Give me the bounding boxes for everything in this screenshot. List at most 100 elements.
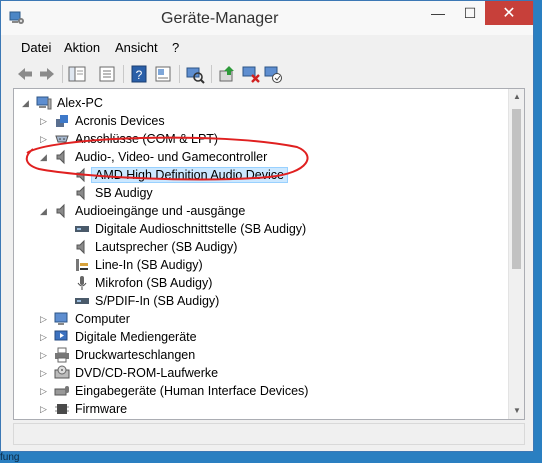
tree-item-label: Lautsprecher (SB Audigy)	[95, 240, 238, 254]
disc-drive-icon	[54, 365, 70, 379]
tree-item-label: Anschlüsse (COM & LPT)	[75, 132, 219, 146]
collapse-arrow-icon[interactable]: ◢	[40, 151, 50, 163]
tree-item-label: Mikrofon (SB Audigy)	[95, 276, 213, 290]
scan-hardware-icon[interactable]	[185, 64, 205, 84]
speaker-device-icon	[76, 185, 85, 201]
device-manager-app-icon	[9, 11, 24, 24]
menu-help[interactable]: ?	[172, 40, 179, 55]
acronis-icon	[56, 115, 68, 127]
tree-item-label: S/PDIF-In (SB Audigy)	[95, 294, 220, 308]
forward-icon[interactable]	[37, 64, 57, 84]
tree-item[interactable]: ▷ DVD/CD-ROM-Laufwerke	[14, 364, 508, 382]
toolbar: ?	[1, 59, 533, 87]
tree-item-label: Digitale Audioschnittstelle (SB Audigy)	[95, 222, 307, 236]
expand-arrow-icon[interactable]: ▷	[40, 115, 50, 127]
tree-item[interactable]: ▷ Eingabegeräte (Human Interface Devices…	[14, 382, 508, 400]
expand-arrow-icon[interactable]: ▷	[40, 349, 50, 361]
tree-item[interactable]: ▷ Druckwarteschlangen	[14, 346, 508, 364]
device-tree[interactable]: ◢ Alex-PC ▷ Acronis Devices ▷ Anschlüsse…	[13, 88, 525, 420]
close-button[interactable]: ✕	[485, 1, 533, 25]
expand-arrow-icon[interactable]: ▷	[40, 367, 50, 379]
toolbar-separator	[211, 65, 212, 83]
device-manager-window: Geräte-Manager — ☐ ✕ Datei Aktion Ansich…	[0, 0, 534, 452]
collapse-arrow-icon[interactable]: ◢	[22, 97, 32, 109]
tree-item-label: AMD High Definition Audio Device	[91, 167, 288, 183]
tree-item[interactable]: Line-In (SB Audigy)	[14, 256, 508, 274]
tree-item-label: Acronis Devices	[75, 114, 165, 128]
tree-item[interactable]: Mikrofon (SB Audigy)	[14, 274, 508, 292]
update-driver-icon[interactable]	[153, 64, 173, 84]
toolbar-separator	[123, 65, 124, 83]
computer-icon	[36, 96, 52, 110]
printer-icon	[55, 347, 69, 363]
speaker-icon	[56, 149, 65, 165]
tree-item[interactable]: S/PDIF-In (SB Audigy)	[14, 292, 508, 310]
expand-arrow-icon[interactable]: ▷	[40, 331, 50, 343]
show-hide-tree-icon[interactable]	[67, 64, 87, 84]
computer-icon	[54, 312, 68, 325]
status-bar	[13, 423, 525, 445]
tree-item-label: Audioeingänge und -ausgänge	[75, 204, 246, 218]
tree-item[interactable]: Lautsprecher (SB Audigy)	[14, 238, 508, 256]
scroll-down-icon[interactable]: ▼	[509, 403, 524, 419]
tree-item-label: Audio-, Video- und Gamecontroller	[75, 150, 268, 164]
tree-item[interactable]: ▷ Firmware	[14, 400, 508, 418]
digital-audio-icon	[75, 226, 89, 232]
toolbar-separator	[179, 65, 180, 83]
tree-item-label: Line-In (SB Audigy)	[95, 258, 203, 272]
svg-text:?: ?	[136, 68, 143, 82]
tree-item-label: Firmware	[75, 402, 128, 416]
media-device-icon	[54, 330, 68, 341]
help-icon[interactable]: ?	[129, 64, 149, 84]
menu-ansicht[interactable]: Ansicht	[115, 40, 158, 55]
tree-item-label: Computer	[75, 312, 130, 326]
line-in-icon	[76, 259, 88, 271]
tree-item[interactable]: ◢ Audio-, Video- und Gamecontroller	[14, 148, 508, 166]
tree-item[interactable]: ▷ Computer	[14, 310, 508, 328]
tree-item[interactable]: SB Audigy	[14, 184, 508, 202]
uninstall-device-icon[interactable]	[263, 64, 283, 84]
desktop-background-text: fung	[0, 452, 20, 463]
speaker-device-icon	[76, 239, 85, 255]
tree-item-label-wrap: AMD High Definition Audio Device	[91, 167, 288, 183]
expand-arrow-icon[interactable]: ▷	[40, 313, 50, 325]
tree-item-label: Druckwarteschlangen	[75, 348, 196, 362]
speaker-icon	[56, 203, 65, 219]
tree-root[interactable]: ◢ Alex-PC	[14, 94, 508, 112]
speaker-device-icon	[76, 167, 85, 183]
hid-icon	[54, 386, 69, 396]
maximize-button[interactable]: ☐	[453, 1, 487, 25]
microphone-icon	[77, 276, 87, 290]
tree-item[interactable]: ▷ Acronis Devices	[14, 112, 508, 130]
title-bar[interactable]: Geräte-Manager — ☐ ✕	[1, 1, 533, 35]
minimize-button[interactable]: —	[421, 1, 455, 25]
disable-device-icon[interactable]	[241, 64, 261, 84]
tree-item[interactable]: ◢ Audioeingänge und -ausgänge	[14, 202, 508, 220]
tree-item-label: SB Audigy	[95, 186, 153, 200]
tree-item-label: Digitale Mediengeräte	[75, 330, 197, 344]
vertical-scrollbar[interactable]: ▲ ▼	[508, 89, 524, 419]
tree-item[interactable]: Digitale Audioschnittstelle (SB Audigy)	[14, 220, 508, 238]
toolbar-separator	[62, 65, 63, 83]
expand-arrow-icon[interactable]: ▷	[40, 403, 50, 415]
tree-item-label: Eingabegeräte (Human Interface Devices)	[75, 384, 309, 398]
collapse-arrow-icon[interactable]: ◢	[40, 205, 50, 217]
port-icon	[55, 135, 69, 143]
tree-root-label: Alex-PC	[57, 96, 103, 110]
menu-datei[interactable]: Datei	[21, 40, 51, 55]
back-icon[interactable]	[15, 64, 35, 84]
tree-item-selected[interactable]: AMD High Definition Audio Device	[14, 166, 508, 184]
scroll-up-icon[interactable]: ▲	[509, 89, 524, 105]
properties-icon[interactable]	[97, 64, 117, 84]
expand-arrow-icon[interactable]: ▷	[40, 385, 50, 397]
scrollbar-thumb[interactable]	[512, 109, 521, 269]
expand-arrow-icon[interactable]: ▷	[40, 133, 50, 145]
enable-device-icon[interactable]	[217, 64, 237, 84]
tree-item[interactable]: ▷ Anschlüsse (COM & LPT)	[14, 130, 508, 148]
digital-audio-icon	[75, 298, 89, 304]
menu-aktion[interactable]: Aktion	[64, 40, 100, 55]
tree-item[interactable]: ▷ Digitale Mediengeräte	[14, 328, 508, 346]
menu-bar: Datei Aktion Ansicht ?	[1, 39, 533, 57]
tree-item-label: DVD/CD-ROM-Laufwerke	[75, 366, 219, 380]
firmware-icon	[55, 404, 69, 414]
